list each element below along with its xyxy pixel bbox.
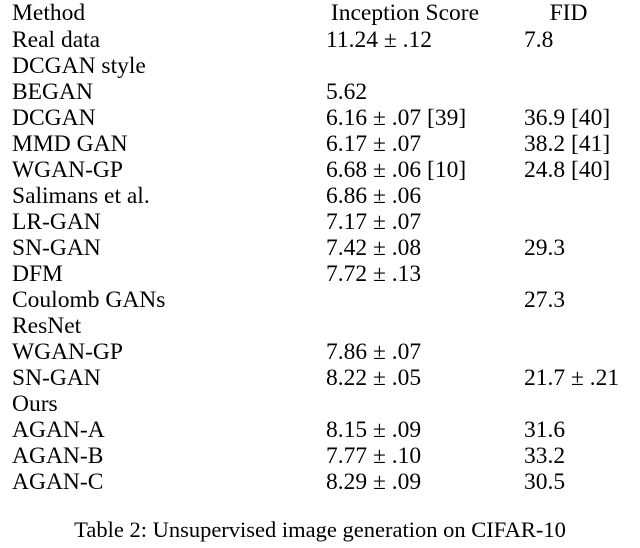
cell-fid: 31.6 (524, 417, 566, 443)
table-row: DCGAN 6.16 ± .07 [39] 36.9 [40] (0, 105, 640, 131)
table-row: Coulomb GANs 27.3 (0, 287, 640, 313)
table-row: SN-GAN 8.22 ± .05 21.7 ± .21 (0, 365, 640, 391)
cell-method: AGAN-A (12, 417, 105, 443)
results-table: Method Inception Score FID Real data 11.2… (0, 0, 640, 495)
cell-inception-score: 7.72 ± .13 (326, 261, 422, 287)
cell-fid: 29.3 (524, 235, 566, 261)
cell-inception-score: 7.42 ± .08 (326, 235, 422, 261)
cell-fid: 38.2 [41] (524, 131, 611, 157)
table-body: Real data 11.24 ± .12 7.8 DCGAN style BEGAN 5… (0, 27, 640, 495)
table-group-row: Ours (0, 391, 640, 417)
cell-inception-score (313, 287, 497, 313)
cell-fid: 33.2 (524, 443, 566, 469)
cell-inception-score: 8.22 ± .05 (326, 365, 422, 391)
cell-fid (497, 53, 640, 79)
cell-method: Real data (12, 27, 101, 53)
table-caption: Table 2: Unsupervised image generation o… (74, 517, 566, 542)
table-row: DFM 7.72 ± .13 (0, 261, 640, 287)
table-row: BEGAN 5.62 (0, 79, 640, 105)
cell-fid: 27.3 (524, 287, 566, 313)
table-row: WGAN-GP 6.68 ± .06 [10] 24.8 [40] (0, 157, 640, 183)
cell-fid (497, 391, 640, 417)
table-header-row: Method Inception Score FID (0, 0, 640, 27)
cell-method: BEGAN (12, 79, 93, 105)
cell-fid: 36.9 [40] (524, 105, 611, 131)
table-row: AGAN-A 8.15 ± .09 31.6 (0, 417, 640, 443)
cell-inception-score: 7.77 ± .10 (326, 443, 422, 469)
cell-fid: 30.5 (524, 469, 566, 495)
cell-inception-score (313, 391, 497, 417)
table-row: AGAN-C 8.29 ± .09 30.5 (0, 469, 640, 495)
table-row: SN-GAN 7.42 ± .08 29.3 (0, 235, 640, 261)
cell-inception-score: 6.86 ± .06 (326, 183, 422, 209)
cell-inception-score (313, 313, 497, 339)
column-header-fid: FID (549, 0, 588, 26)
column-header-method: Method (12, 0, 86, 26)
cell-method: MMD GAN (12, 131, 128, 157)
table-row: Salimans et al. 6.86 ± .06 (0, 183, 640, 209)
cell-method: Coulomb GANs (12, 287, 166, 313)
cell-inception-score: 7.17 ± .07 (326, 209, 422, 235)
cell-fid (497, 261, 640, 287)
cell-inception-score: 5.62 (326, 79, 368, 105)
cell-fid (497, 339, 640, 365)
cell-inception-score: 7.86 ± .07 (326, 339, 422, 365)
cell-inception-score: 6.17 ± .07 (326, 131, 422, 157)
table-figure-page: Method Inception Score FID Real data 11.2… (0, 0, 640, 548)
group-label: ResNet (12, 313, 82, 339)
table-row: MMD GAN 6.17 ± .07 38.2 [41] (0, 131, 640, 157)
cell-method: SN-GAN (12, 235, 101, 261)
cell-inception-score: 8.29 ± .09 (326, 469, 422, 495)
cell-method: WGAN-GP (12, 339, 123, 365)
cell-method: AGAN-B (12, 443, 104, 469)
cell-method: DCGAN (12, 105, 96, 131)
cell-inception-score: 8.15 ± .09 (326, 417, 422, 443)
cell-fid (497, 183, 640, 209)
table-group-row: ResNet (0, 313, 640, 339)
table-group-row: DCGAN style (0, 53, 640, 79)
cell-method: WGAN-GP (12, 157, 123, 183)
cell-inception-score (313, 53, 497, 79)
cell-fid: 21.7 ± .21 (524, 365, 620, 391)
cell-method: DFM (12, 261, 63, 287)
cell-fid (497, 313, 640, 339)
cell-fid (497, 79, 640, 105)
table-row: LR-GAN 7.17 ± .07 (0, 209, 640, 235)
table-row: AGAN-B 7.77 ± .10 33.2 (0, 443, 640, 469)
cell-inception-score: 6.68 ± .06 [10] (326, 157, 467, 183)
cell-method: LR-GAN (12, 209, 101, 235)
cell-inception-score: 11.24 ± .12 (326, 27, 433, 53)
cell-method: AGAN-C (12, 469, 104, 495)
cell-fid (497, 209, 640, 235)
table-head: Method Inception Score FID (0, 0, 640, 27)
group-label: DCGAN style (12, 53, 146, 79)
table-row: Real data 11.24 ± .12 7.8 (0, 27, 640, 53)
cell-method: SN-GAN (12, 365, 101, 391)
table-row: WGAN-GP 7.86 ± .07 (0, 339, 640, 365)
cell-fid: 7.8 (524, 27, 554, 53)
cell-inception-score: 6.16 ± .07 [39] (326, 105, 467, 131)
cell-fid: 24.8 [40] (524, 157, 611, 183)
group-label: Ours (12, 391, 58, 417)
column-header-inception-score: Inception Score (330, 0, 480, 26)
cell-method: Salimans et al. (12, 183, 150, 209)
